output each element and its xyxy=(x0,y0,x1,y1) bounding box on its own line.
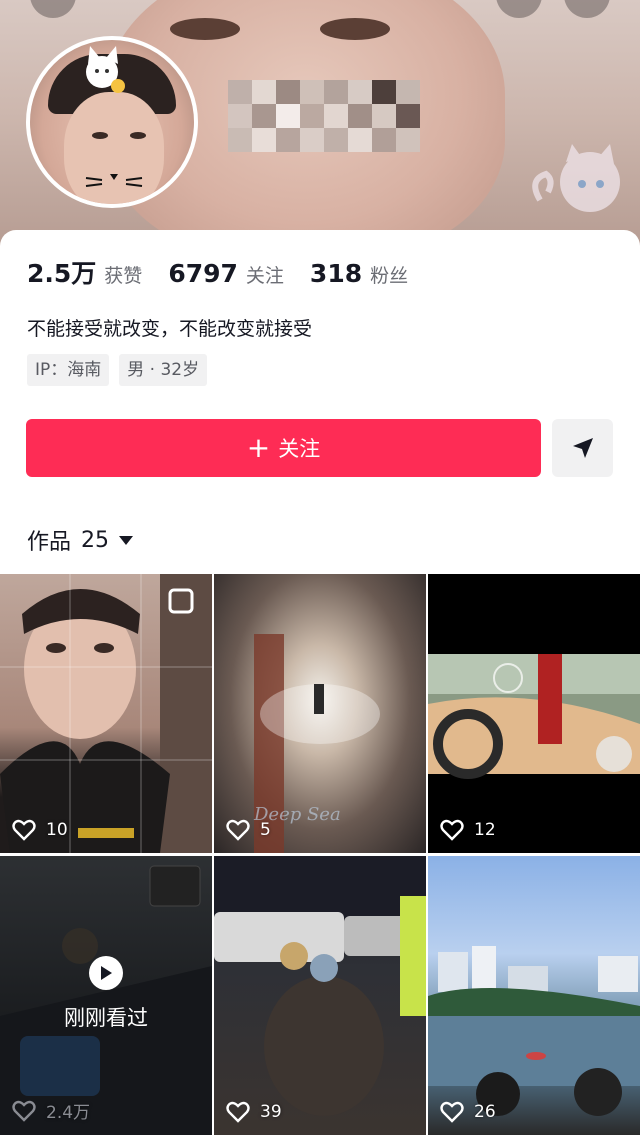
profile-card: 2.5万 获赞 6797 关注 318 粉丝 不能接受就改变，不能改变就接受 I… xyxy=(0,230,640,1135)
mosaic-blur xyxy=(228,80,420,170)
works-label: 作品 xyxy=(27,530,72,555)
stat-following[interactable]: 6797 关注 xyxy=(168,259,284,288)
likes-count: 12 xyxy=(440,819,496,841)
likes-count: 5 xyxy=(226,819,271,841)
plus-icon: + xyxy=(246,431,271,464)
video-thumbnail[interactable]: 26 xyxy=(428,856,640,1135)
gender-age-tag: 男 · 32岁 xyxy=(119,354,208,386)
recently-viewed-overlay: 刚刚看过 xyxy=(0,956,212,1032)
video-thumbnail[interactable]: 刚刚看过 2.4万 xyxy=(0,856,212,1135)
play-triangle-icon xyxy=(101,966,112,980)
cat-whiskers-icon xyxy=(85,174,143,187)
stat-followers[interactable]: 318 粉丝 xyxy=(310,259,408,288)
likes-value: 2.4万 xyxy=(46,1103,91,1123)
heart-icon xyxy=(12,819,36,841)
back-button-bg[interactable] xyxy=(30,0,76,18)
video-thumbnail[interactable]: Deep Sea 5 xyxy=(214,574,426,853)
likes-value: 39 xyxy=(260,1102,282,1122)
video-thumbnail[interactable]: 12 xyxy=(428,574,640,853)
heart-icon xyxy=(226,819,250,841)
avatar-eye xyxy=(130,132,146,139)
likes-value: 10 xyxy=(46,820,68,840)
stat-likes[interactable]: 2.5万 获赞 xyxy=(27,254,142,290)
avatar[interactable] xyxy=(26,36,198,208)
motion-blur-thumbnail-art: Deep Sea xyxy=(253,634,380,853)
follow-button-label: 关注 xyxy=(278,437,321,461)
likes-count: 10 xyxy=(12,819,68,841)
cat-sticker-icon xyxy=(532,144,620,212)
heart-icon xyxy=(440,819,464,841)
likes-value: 12 xyxy=(474,820,496,840)
cover-eye xyxy=(170,18,240,40)
caret-down-icon[interactable] xyxy=(119,535,134,545)
profile-bio: 不能接受就改变，不能改变就接受 xyxy=(27,318,313,340)
profile-cover xyxy=(0,0,640,250)
profile-stats: 2.5万 获赞 6797 关注 318 粉丝 xyxy=(27,254,434,290)
stat-value: 2.5万 xyxy=(27,259,97,288)
works-count: 25 xyxy=(81,527,110,553)
play-icon[interactable] xyxy=(89,956,123,990)
video-thumbnail[interactable]: 10 xyxy=(0,574,212,853)
profile-tags: IP：海南 男 · 32岁 xyxy=(27,354,217,386)
heart-icon xyxy=(226,1101,250,1123)
stat-label: 关注 xyxy=(245,265,284,287)
likes-count: 39 xyxy=(226,1101,282,1123)
likes-value: 5 xyxy=(260,820,271,840)
works-grid: 10 Deep Sea 5 12 刚刚看过 2.4万 39 26 xyxy=(0,574,640,1135)
likes-count: 26 xyxy=(440,1101,496,1123)
works-tab[interactable]: 作品 25 xyxy=(27,524,134,556)
stat-label: 获赞 xyxy=(104,265,143,287)
stat-value: 6797 xyxy=(168,259,238,288)
selfie-thumbnail-art xyxy=(0,574,212,853)
heart-icon xyxy=(12,1100,36,1122)
street-night-thumbnail-art xyxy=(214,856,426,1116)
cat-ears-sticker-icon xyxy=(86,46,125,93)
cover-eye xyxy=(320,18,390,40)
ip-location-tag: IP：海南 xyxy=(27,354,110,386)
stat-value: 318 xyxy=(309,259,363,288)
likes-count: 2.4万 xyxy=(12,1098,90,1123)
car-interior-thumbnail-art xyxy=(428,654,640,779)
likes-value: 26 xyxy=(474,1102,496,1122)
video-thumbnail[interactable]: 39 xyxy=(214,856,426,1135)
river-thumbnail-art xyxy=(428,946,640,1116)
follow-button[interactable]: + 关注 xyxy=(26,419,541,477)
send-message-button[interactable] xyxy=(552,419,613,477)
heart-icon xyxy=(440,1101,464,1123)
send-icon xyxy=(572,438,593,458)
search-button-bg[interactable] xyxy=(496,0,542,18)
stat-label: 粉丝 xyxy=(370,265,409,287)
avatar-eye xyxy=(92,132,108,139)
more-button-bg[interactable] xyxy=(564,0,610,18)
recently-viewed-label: 刚刚看过 xyxy=(64,1006,148,1030)
